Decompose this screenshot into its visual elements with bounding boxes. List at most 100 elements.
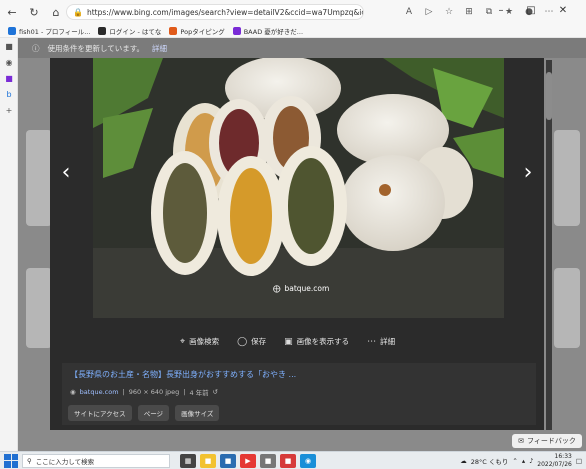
view-image-button[interactable]: ▣ 画像を表示する	[284, 336, 349, 347]
background-thumbnail	[26, 268, 52, 348]
site-favicon-icon	[232, 26, 241, 35]
weather-text[interactable]: 28°C くもり	[471, 456, 509, 466]
clock[interactable]: 16:33 2022/07/26	[537, 453, 572, 468]
home-icon[interactable]: ⌂	[46, 2, 66, 22]
address-bar[interactable]: 🔒 https://www.bing.com/images/search?vie…	[66, 4, 364, 20]
visual-search-button[interactable]: ⌖ 画像検索	[180, 336, 219, 347]
tray-chevron-icon[interactable]: ⌃	[512, 457, 517, 465]
action-label: 画像を表示する	[296, 337, 350, 346]
image-meta: ◉ batque.com | 960 × 640 jpeg | 4 年前 ↺	[70, 387, 218, 397]
watermark-icon: ⨁	[273, 284, 281, 293]
refresh-icon[interactable]: ↻	[24, 2, 44, 22]
feedback-button[interactable]: ✉ フィードバック	[512, 434, 582, 448]
browser-toolbar: ← ↻ ⌂ 🔒 https://www.bing.com/images/sear…	[0, 0, 586, 24]
favorite-label: Popタイピング	[180, 27, 225, 36]
add-icon[interactable]: +	[0, 102, 18, 118]
image-actions: ⌖ 画像検索 ◯ 保存 ▣ 画像を表示する ⋯ 詳細	[180, 336, 395, 347]
taskbar-search[interactable]: ⚲ ここに入力して検索	[22, 454, 170, 468]
scrollbar-thumb[interactable]	[546, 72, 552, 120]
network-icon[interactable]: ▴	[522, 457, 525, 465]
lock-icon[interactable]: 🔒	[73, 8, 83, 17]
watermark: ⨁ batque.com	[273, 284, 329, 293]
start-icon[interactable]	[4, 453, 18, 468]
favorite-label: ログイン - はてな	[109, 27, 162, 36]
image-age: 4 年前	[189, 389, 209, 397]
visual-search-icon: ⌖	[180, 336, 186, 347]
favorite-label: BAAD 憂が好きだ...	[243, 27, 304, 36]
image-info-panel: 【長野県のお土産・名物】長野出身がおすすめする「おやき ... ◉ batque…	[62, 363, 536, 425]
more-icon: ⋯	[367, 336, 377, 347]
store-icon[interactable]: ■	[220, 454, 236, 468]
site-favicon-icon	[98, 26, 107, 35]
favorite-item[interactable]: fish01 - プロフィール...	[8, 26, 90, 36]
image-dimensions: 960 × 640 jpeg	[128, 388, 180, 396]
search-placeholder: ここに入力して検索	[35, 458, 95, 466]
system-tray: ☁ 28°C くもり ⌃ ▴ ♪ 16:33 2022/07/26 □	[460, 453, 582, 468]
extensions-icon[interactable]: ⊞	[462, 4, 476, 20]
weather-icon: ☁	[460, 456, 467, 465]
main-image[interactable]: ⨁ batque.com	[93, 58, 504, 318]
feedback-label: フィードバック	[527, 437, 576, 445]
explorer-icon[interactable]: ■	[200, 454, 216, 468]
search-icon: ⚲	[27, 457, 32, 465]
address-url[interactable]: https://www.bing.com/images/search?view=…	[87, 8, 363, 17]
previous-arrow-icon[interactable]: ‹	[58, 158, 74, 186]
favorite-item[interactable]: BAAD 憂が好きだ...	[232, 26, 304, 36]
history-icon: ↺	[212, 388, 219, 396]
background-thumbnail	[554, 268, 580, 348]
action-label: 詳細	[380, 337, 396, 346]
info-icon: ⓘ	[32, 43, 40, 53]
background-thumbnail	[26, 130, 52, 226]
taskbar: ⚲ ここに入力して検索 ▦ ■ ■ ▶ ■ ■ ◉ ☁ 28°C くもり ⌃ ▴…	[0, 451, 586, 469]
next-arrow-icon[interactable]: ›	[520, 158, 536, 186]
zoom-icon[interactable]: ▷	[422, 4, 436, 20]
feedback-icon: ✉	[518, 437, 524, 445]
volume-icon[interactable]: ♪	[529, 457, 533, 465]
site-favicon-icon	[8, 26, 16, 35]
sidebar-icon[interactable]: ■	[0, 70, 18, 86]
separator: |	[122, 388, 125, 396]
sidebar-icon[interactable]: ◉	[0, 54, 18, 70]
clock-time: 16:33	[554, 453, 572, 460]
notice-link[interactable]: 詳細	[152, 43, 167, 54]
visit-site-button[interactable]: サイトにアクセス	[68, 405, 132, 421]
save-button[interactable]: ◯ 保存	[237, 336, 266, 347]
minimize-button[interactable]: –	[490, 0, 512, 20]
back-icon[interactable]: ←	[2, 2, 22, 22]
edge-icon[interactable]: ◉	[300, 454, 316, 468]
browser-sidebar: ■ ◉ ■ b +	[0, 38, 18, 451]
action-label: 保存	[251, 337, 267, 346]
image-viewer: ⨁ batque.com ‹ › ⌖ 画像検索 ◯ 保存 ▣ 画像を表示する ⋯…	[50, 58, 544, 430]
favorite-icon[interactable]: ☆	[442, 4, 456, 20]
page-button[interactable]: ページ	[137, 405, 170, 421]
clock-date: 2022/07/26	[537, 460, 572, 468]
youtube-icon[interactable]: ▶	[240, 454, 256, 468]
save-icon: ◯	[237, 336, 248, 347]
notice-bar: ⓘ 使用条件を更新しています。 詳細	[18, 38, 586, 58]
taskbar-apps: ▦ ■ ■ ▶ ■ ■ ◉	[180, 454, 316, 468]
image-size-button[interactable]: 画像サイズ	[175, 405, 220, 421]
tab-icon[interactable]: ■	[0, 38, 18, 54]
viewer-scrollbar[interactable]	[546, 60, 552, 430]
favorite-label: fish01 - プロフィール...	[19, 27, 91, 36]
notice-text: 使用条件を更新しています。	[47, 43, 145, 53]
favorite-item[interactable]: Popタイピング	[169, 26, 225, 36]
action-label: 画像検索	[189, 337, 220, 346]
bing-icon[interactable]: b	[0, 86, 18, 102]
info-chips: サイトにアクセス ページ 画像サイズ	[68, 405, 220, 421]
more-details-button[interactable]: ⋯ 詳細	[367, 336, 395, 347]
task-view-icon[interactable]: ▦	[180, 454, 196, 468]
app-icon[interactable]: ■	[280, 454, 296, 468]
background-thumbnail	[554, 130, 580, 226]
app-icon[interactable]: ■	[260, 454, 276, 468]
notification-icon[interactable]: □	[576, 457, 582, 465]
site-favicon-icon	[169, 26, 178, 35]
source-link[interactable]: batque.com	[80, 388, 119, 396]
close-button[interactable]: ✕	[552, 0, 574, 20]
view-image-icon: ▣	[284, 336, 293, 347]
globe-icon: ◉	[70, 388, 76, 396]
reader-icon[interactable]: A	[402, 4, 416, 20]
maximize-button[interactable]: □	[520, 0, 542, 20]
favorite-item[interactable]: ログイン - はてな	[98, 26, 161, 36]
image-title-link[interactable]: 【長野県のお土産・名物】長野出身がおすすめする「おやき ...	[70, 369, 296, 380]
